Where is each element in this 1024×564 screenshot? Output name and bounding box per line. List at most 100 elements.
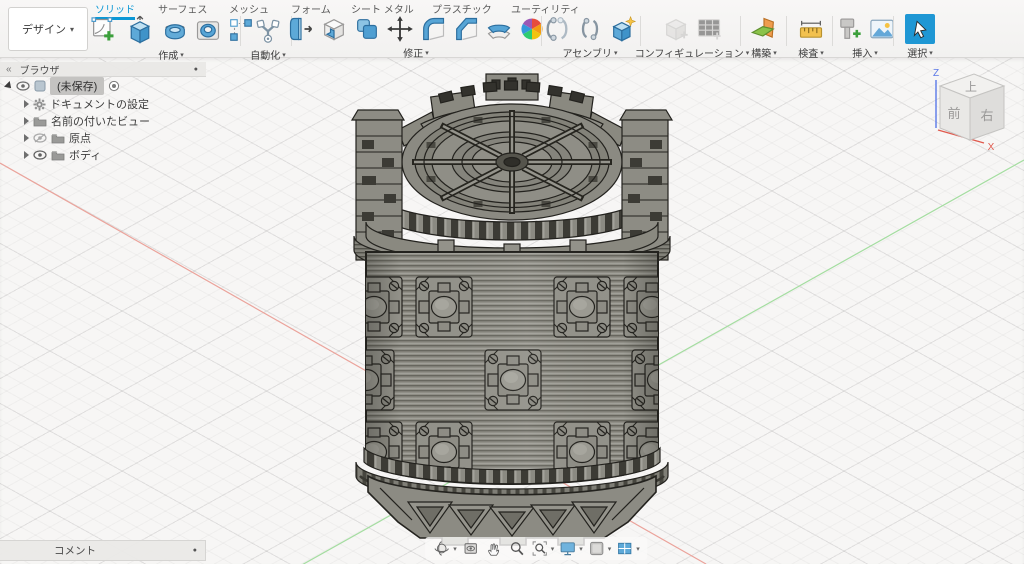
tree-item-bodies[interactable]: ボディ — [24, 147, 101, 163]
expand-arrow-icon[interactable] — [24, 117, 29, 125]
combine-button[interactable] — [352, 14, 382, 44]
viewcube-z-label: Z — [933, 68, 939, 79]
revolve-button[interactable] — [160, 15, 190, 45]
chevron-down-icon: ▾ — [180, 51, 184, 59]
shell-button[interactable] — [484, 14, 514, 44]
group-insert: 挿入 ▾ — [834, 14, 897, 60]
eye-visible-icon[interactable] — [16, 81, 30, 91]
chevron-down-icon[interactable]: ▾ — [636, 545, 640, 553]
orbit-icon — [434, 541, 449, 556]
group-inspect-label[interactable]: 検査 ▾ — [798, 45, 824, 60]
pan-hand-icon — [488, 543, 500, 556]
revolve-icon — [165, 24, 185, 40]
as-built-joint-button[interactable] — [575, 14, 605, 44]
new-component-button[interactable] — [608, 14, 638, 44]
construct-plane-button[interactable] — [749, 14, 779, 44]
measure-button[interactable] — [796, 14, 826, 44]
group-construct: 構築 ▾ — [744, 14, 784, 60]
group-configuration-label[interactable]: コンフィギュレーション ▾ — [635, 45, 750, 60]
group-insert-label[interactable]: 挿入 ▾ — [852, 45, 878, 60]
chevron-down-icon[interactable]: ▾ — [551, 545, 555, 553]
viewports-button[interactable] — [614, 539, 635, 559]
chevron-down-icon[interactable]: ▾ — [453, 545, 457, 553]
viewcube-right-label: 右 — [980, 108, 993, 123]
model-3d-body[interactable] — [330, 66, 690, 548]
group-construct-label[interactable]: 構築 ▾ — [751, 45, 777, 60]
zoom-window-icon — [532, 541, 547, 556]
configure-button — [661, 14, 691, 44]
browser-options-icon[interactable]: ● — [194, 66, 198, 73]
create-sketch-icon — [91, 17, 114, 41]
group-assemble-label[interactable]: アセンブリ ▾ — [562, 45, 617, 60]
group-select-label[interactable]: 選択 ▾ — [907, 45, 933, 60]
tree-root-document[interactable]: (未保存) — [4, 77, 120, 95]
activate-radio-icon[interactable] — [108, 80, 120, 92]
move-copy-button[interactable] — [385, 14, 415, 44]
group-modify: 修正 ▾ — [289, 14, 542, 60]
group-assemble: アセンブリ ▾ — [542, 14, 638, 60]
as-built-joint-icon — [581, 17, 599, 41]
eye-visible-icon[interactable] — [33, 150, 47, 160]
tree-item-label: ドキュメントの設定 — [50, 99, 149, 111]
eye-hidden-icon[interactable] — [33, 133, 47, 143]
chevron-down-icon: ▾ — [929, 49, 933, 57]
chevron-down-icon: ▾ — [425, 49, 429, 57]
expand-arrow-icon[interactable] — [24, 151, 29, 159]
fillet-button[interactable] — [418, 14, 448, 44]
chamfer-button[interactable] — [451, 14, 481, 44]
automate-button[interactable] — [251, 13, 285, 47]
group-create: 作成 ▾ — [91, 13, 252, 62]
chevron-down-icon[interactable]: ▾ — [608, 545, 612, 553]
automate-icon — [256, 19, 280, 43]
display-settings-button[interactable] — [557, 539, 578, 559]
offset-face-icon — [322, 19, 345, 41]
chevron-down-icon: ▾ — [282, 51, 286, 59]
group-create-label[interactable]: 作成 ▾ — [158, 47, 184, 62]
extrude-button[interactable] — [123, 13, 157, 47]
document-name-badge[interactable]: (未保存) — [50, 77, 105, 95]
insert-canvas-button[interactable] — [867, 14, 897, 44]
chevron-down-icon: ▾ — [874, 49, 878, 57]
pan-tool-button[interactable] — [483, 539, 504, 559]
model-viewport[interactable]: 上 前 右 Z X « ブラウザ ● (未保存) ドキュメントの設定 名前の付い… — [0, 58, 1024, 564]
toolbar-tabs: ソリッド サーフェス メッシュ フォーム シート メタル プラスチック ユーティ… — [0, 0, 1024, 20]
expand-arrow-icon[interactable] — [24, 100, 29, 108]
tree-item-named-views[interactable]: 名前の付いたビュー — [24, 113, 150, 129]
group-configuration: コンフィギュレーション ▾ — [635, 14, 749, 60]
view-cube[interactable]: 上 前 右 Z X — [920, 60, 1024, 164]
insert-derive-button[interactable] — [834, 14, 864, 44]
comments-panel-bar[interactable]: コメント ● — [0, 540, 206, 561]
expand-arrow-icon[interactable] — [4, 81, 14, 91]
construct-plane-icon — [750, 17, 775, 39]
tree-item-origin[interactable]: 原点 — [24, 130, 91, 146]
hole-button[interactable] — [193, 15, 223, 45]
joint-button[interactable] — [542, 14, 572, 44]
group-modify-label[interactable]: 修正 ▾ — [403, 45, 429, 60]
zoom-window-tool-button[interactable] — [529, 539, 550, 559]
press-pull-button[interactable] — [286, 14, 316, 44]
browser-collapse-icon[interactable]: « — [6, 64, 12, 75]
look-at-icon — [464, 543, 477, 554]
joint-icon — [546, 17, 568, 41]
look-at-tool-button[interactable] — [460, 539, 481, 559]
tree-item-document-settings[interactable]: ドキュメントの設定 — [24, 96, 149, 112]
hole-icon — [196, 21, 220, 40]
toolbar-separator — [786, 16, 787, 46]
chevron-down-icon: ▾ — [613, 49, 618, 57]
expand-arrow-icon[interactable] — [24, 134, 29, 142]
comments-options-icon[interactable]: ● — [193, 547, 197, 554]
orbit-tool-button[interactable] — [431, 539, 452, 559]
zoom-tool-button[interactable] — [506, 539, 527, 559]
browser-panel-header[interactable]: « ブラウザ ● — [0, 62, 206, 77]
folder-icon — [51, 150, 65, 161]
chevron-down-icon[interactable]: ▾ — [579, 545, 583, 553]
tree-item-label: 名前の付いたビュー — [51, 116, 150, 128]
document-cube-icon — [34, 80, 46, 92]
select-tool-button[interactable] — [905, 14, 935, 44]
create-sketch-button[interactable] — [86, 13, 120, 47]
toolbar-separator — [893, 16, 894, 46]
grid-settings-button[interactable] — [586, 539, 607, 559]
offset-face-button[interactable] — [319, 14, 349, 44]
toolbar-separator — [240, 16, 241, 46]
group-automate-label[interactable]: 自動化 ▾ — [250, 47, 286, 62]
